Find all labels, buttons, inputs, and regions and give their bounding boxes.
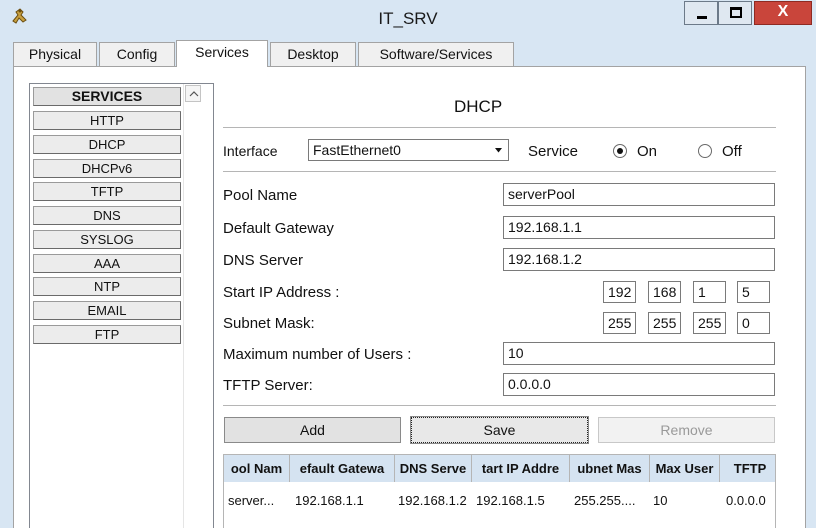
interface-select[interactable]: FastEthernet0 <box>308 139 509 161</box>
table-cell-max-users[interactable]: 10 <box>653 493 667 508</box>
dropdown-arrow-icon <box>495 148 502 153</box>
divider <box>223 127 776 129</box>
title-bar: IT_SRV X <box>0 0 816 36</box>
service-on-radio[interactable] <box>613 144 627 158</box>
chevron-up-icon <box>189 91 199 97</box>
start-ip-octet-3[interactable]: 1 <box>693 281 726 303</box>
maximize-button[interactable] <box>718 1 752 25</box>
tab-services[interactable]: Services <box>176 40 268 67</box>
start-ip-octet-1[interactable]: 192 <box>603 281 636 303</box>
pool-name-input[interactable]: serverPool <box>503 183 775 206</box>
interface-label: Interface <box>223 143 278 159</box>
remove-button[interactable]: Remove <box>598 417 775 443</box>
table-cell-default-gateway[interactable]: 192.168.1.1 <box>295 493 364 508</box>
service-item-ftp[interactable]: FTP <box>33 325 181 344</box>
tftp-server-label: TFTP Server: <box>223 377 313 394</box>
services-list: SERVICES HTTP DHCP DHCPv6 TFTP DNS SYSLO… <box>29 83 214 528</box>
start-ip-octet-4[interactable]: 5 <box>737 281 770 303</box>
pool-name-label: Pool Name <box>223 187 298 204</box>
service-off-label: Off <box>722 143 742 160</box>
service-item-dhcpv6[interactable]: DHCPv6 <box>33 159 181 178</box>
column-header-tftp[interactable]: TFTP <box>720 455 775 482</box>
tab-physical[interactable]: Physical <box>13 42 97 66</box>
service-on-label: On <box>637 143 658 160</box>
tab-config[interactable]: Config <box>99 42 175 66</box>
save-button[interactable]: Save <box>410 416 589 444</box>
subnet-mask-label: Subnet Mask: <box>223 315 315 332</box>
scroll-up-button[interactable] <box>185 85 201 102</box>
tab-desktop[interactable]: Desktop <box>270 42 356 66</box>
service-item-email[interactable]: EMAIL <box>33 301 181 320</box>
service-item-dns[interactable]: DNS <box>33 206 181 225</box>
radio-selected-dot <box>617 148 623 154</box>
subnet-mask-octet-4[interactable]: 0 <box>737 312 770 334</box>
tftp-server-input[interactable]: 0.0.0.0 <box>503 373 775 396</box>
table-cell-tftp[interactable]: 0.0.0.0 <box>726 493 766 508</box>
divider <box>223 171 776 173</box>
service-item-aaa[interactable]: AAA <box>33 254 181 273</box>
services-panel: SERVICES HTTP DHCP DHCPv6 TFTP DNS SYSLO… <box>13 66 806 528</box>
close-button[interactable]: X <box>754 1 812 25</box>
service-label: Service <box>528 143 579 160</box>
subnet-mask-octet-3[interactable]: 255 <box>693 312 726 334</box>
services-header: SERVICES <box>33 87 181 106</box>
service-item-syslog[interactable]: SYSLOG <box>33 230 181 249</box>
dns-server-input[interactable]: 192.168.1.2 <box>503 248 775 271</box>
column-header-subnet-mask[interactable]: ubnet Mas <box>570 455 650 482</box>
service-item-ntp[interactable]: NTP <box>33 277 181 296</box>
column-header-start-ip[interactable]: tart IP Addre <box>472 455 570 482</box>
subnet-mask-octet-1[interactable]: 255 <box>603 312 636 334</box>
service-item-dhcp[interactable]: DHCP <box>33 135 181 154</box>
service-off-radio[interactable] <box>698 144 712 158</box>
close-icon: X <box>777 3 789 20</box>
max-users-label: Maximum number of Users : <box>223 346 412 363</box>
add-button[interactable]: Add <box>224 417 401 443</box>
minimize-button[interactable] <box>684 1 718 25</box>
column-header-max-users[interactable]: Max User <box>650 455 720 482</box>
default-gateway-input[interactable]: 192.168.1.1 <box>503 216 775 239</box>
table-cell-dns-server[interactable]: 192.168.1.2 <box>398 493 467 508</box>
maximize-icon <box>730 7 742 18</box>
default-gateway-label: Default Gateway <box>223 220 334 237</box>
services-scrollbar[interactable] <box>183 84 201 528</box>
subnet-mask-octet-2[interactable]: 255 <box>648 312 681 334</box>
interface-value: FastEthernet0 <box>313 142 401 158</box>
start-ip-octet-2[interactable]: 168 <box>648 281 681 303</box>
column-header-default-gateway[interactable]: efault Gatewa <box>290 455 395 482</box>
minimize-icon <box>697 16 707 19</box>
max-users-input[interactable]: 10 <box>503 342 775 365</box>
divider <box>223 405 776 407</box>
column-header-dns-server[interactable]: DNS Serve <box>395 455 472 482</box>
service-item-tftp[interactable]: TFTP <box>33 182 181 201</box>
pool-table: ool Nam efault Gatewa DNS Serve tart IP … <box>223 454 776 528</box>
dns-server-label: DNS Server <box>223 252 304 269</box>
column-header-pool-name[interactable]: ool Nam <box>224 455 290 482</box>
tab-software-services[interactable]: Software/Services <box>358 42 514 66</box>
table-cell-start-ip[interactable]: 192.168.1.5 <box>476 493 545 508</box>
table-cell-subnet-mask[interactable]: 255.255.... <box>574 493 635 508</box>
table-cell-pool-name[interactable]: server... <box>228 493 274 508</box>
dhcp-title: DHCP <box>454 97 503 116</box>
service-item-http[interactable]: HTTP <box>33 111 181 130</box>
start-ip-label: Start IP Address : <box>223 284 340 301</box>
